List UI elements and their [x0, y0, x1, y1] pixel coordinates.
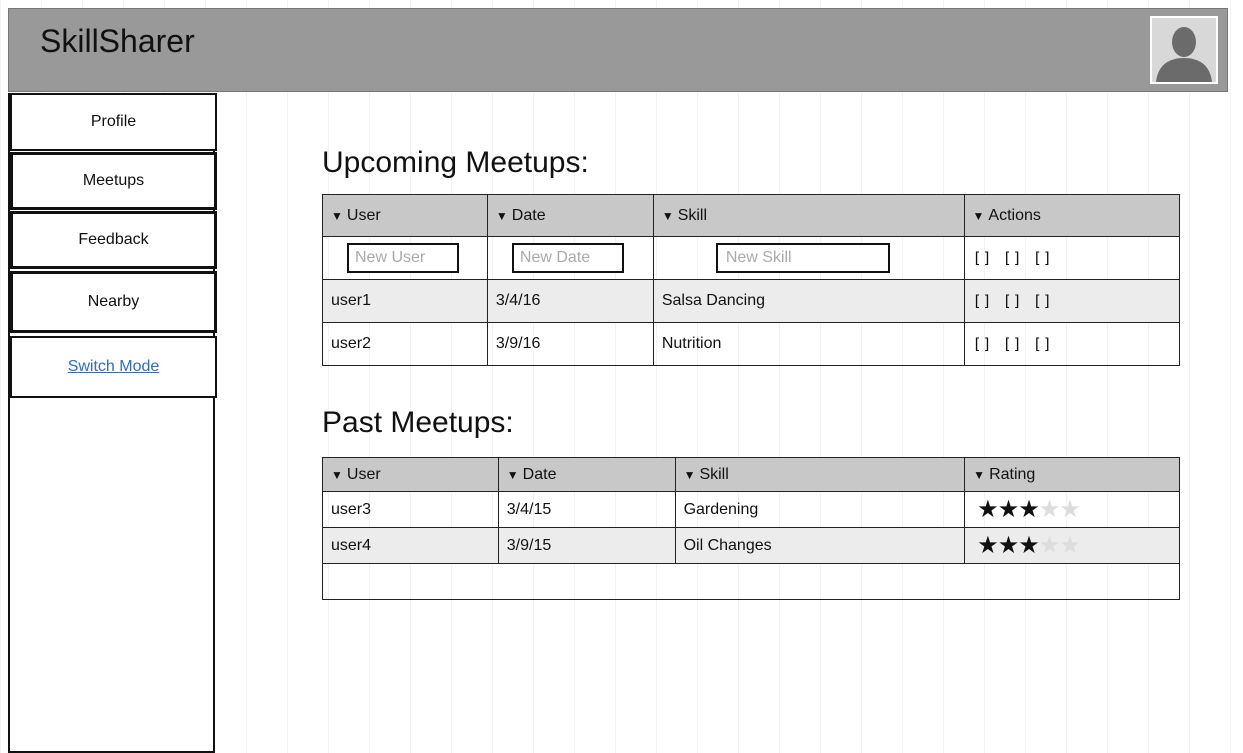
table-row: user4 3/9/15 Oil Changes ★★★★★	[322, 527, 1180, 564]
star-icon[interactable]: ★	[977, 532, 998, 559]
caret-down-icon: ▼	[495, 208, 508, 223]
star-icon[interactable]: ★	[998, 532, 1019, 559]
column-label: Actions	[988, 206, 1041, 224]
table-row: user1 3/4/16 Salsa Dancing [] [] []	[322, 279, 1181, 323]
table-row-empty	[322, 563, 1180, 600]
star-icon[interactable]: ★	[977, 496, 998, 523]
column-label: Rating	[989, 465, 1036, 483]
table-header-row: ▼ User ▼ Date ▼ Skill ▼ Rating	[322, 457, 1180, 492]
column-header-date[interactable]: ▼ Date	[486, 194, 654, 237]
column-header-skill[interactable]: ▼ Skill	[652, 194, 965, 237]
column-header-actions[interactable]: ▼ Actions	[963, 194, 1181, 237]
caret-down-icon: ▼	[331, 467, 343, 482]
caret-down-icon: ▼	[973, 467, 986, 482]
cell-user: user2	[322, 322, 488, 366]
cell-skill: Oil Changes	[674, 527, 966, 564]
sidebar-item-label: Nearby	[87, 293, 140, 310]
cell-skill: Nutrition	[652, 322, 965, 366]
row-actions[interactable]: [] [] []	[963, 279, 1181, 323]
star-rating[interactable]: ★★★★★	[964, 527, 1180, 564]
cell-skill: Gardening	[674, 491, 966, 528]
caret-down-icon: ▼	[661, 208, 674, 223]
sidebar-item-profile[interactable]: Profile	[10, 93, 217, 151]
sidebar-item-switch-mode[interactable]: Switch Mode	[10, 336, 217, 398]
upcoming-meetups-table: ▼ User ▼ Date ▼ Skill ▼ Actions New User New…	[322, 194, 1181, 366]
sidebar-item-nearby[interactable]: Nearby	[10, 271, 217, 333]
sidebar-item-meetups[interactable]: Meetups	[10, 152, 217, 210]
table-row: user3 3/4/15 Gardening ★★★★★	[322, 491, 1180, 528]
column-header-user[interactable]: ▼ User	[322, 194, 488, 237]
past-meetups-table: ▼ User ▼ Date ▼ Skill ▼ Rating user3 3/4/15 …	[322, 457, 1180, 600]
sidebar-item-label: Feedback	[78, 231, 149, 248]
sidebar-item-label: Meetups	[82, 172, 145, 189]
avatar[interactable]	[1150, 16, 1218, 84]
switch-mode-link[interactable]: Switch Mode	[68, 358, 160, 376]
caret-down-icon: ▼	[683, 467, 696, 482]
star-rating[interactable]: ★★★★★	[964, 491, 1180, 528]
cell-user: user4	[322, 527, 499, 564]
column-label: Date	[522, 465, 557, 483]
star-icon[interactable]: ★	[1018, 496, 1039, 523]
cell-user: user3	[322, 491, 499, 528]
cell-date: 3/4/16	[486, 279, 654, 323]
star-icon[interactable]: ★	[1059, 532, 1080, 559]
past-meetups-title: Past Meetups:	[322, 406, 514, 439]
new-skill-input[interactable]: New Skill	[715, 243, 890, 273]
star-icon[interactable]: ★	[1059, 496, 1080, 523]
cell-user: user1	[322, 279, 488, 323]
table-header-row: ▼ User ▼ Date ▼ Skill ▼ Actions	[322, 194, 1181, 237]
column-header-date[interactable]: ▼ Date	[497, 457, 676, 492]
caret-down-icon: ▼	[506, 467, 519, 482]
star-icon[interactable]: ★	[1039, 496, 1060, 523]
new-user-input[interactable]: New User	[347, 243, 459, 273]
column-label: User	[346, 206, 381, 224]
app-header: SkillSharer	[8, 8, 1228, 92]
column-header-rating[interactable]: ▼ Rating	[964, 457, 1180, 492]
cell-date: 3/4/15	[497, 491, 676, 528]
column-header-user[interactable]: ▼ User	[322, 457, 499, 492]
sidebar-item-label: Profile	[90, 113, 137, 130]
user-silhouette-icon	[1152, 18, 1216, 82]
sidebar: Profile Meetups Feedback Nearby Switch M…	[8, 93, 217, 753]
column-label: User	[346, 465, 381, 483]
row-actions[interactable]: [] [] []	[963, 322, 1181, 366]
caret-down-icon: ▼	[972, 208, 985, 223]
column-label: Skill	[699, 465, 729, 483]
app-title: SkillSharer	[40, 23, 195, 59]
star-icon[interactable]: ★	[1018, 532, 1039, 559]
sidebar-item-feedback[interactable]: Feedback	[10, 211, 217, 269]
new-meetup-row: New User New Date New Skill [] [] []	[322, 236, 1181, 280]
star-icon[interactable]: ★	[998, 496, 1019, 523]
upcoming-meetups-title: Upcoming Meetups:	[322, 146, 589, 179]
caret-down-icon: ▼	[331, 208, 343, 223]
empty-cell	[322, 563, 1180, 600]
cell-date: 3/9/16	[486, 322, 654, 366]
column-label: Skill	[677, 206, 708, 224]
star-icon[interactable]: ★	[1039, 532, 1060, 559]
new-date-input[interactable]: New Date	[511, 243, 624, 273]
column-header-skill[interactable]: ▼ Skill	[674, 457, 966, 492]
cell-date: 3/9/15	[497, 527, 676, 564]
table-row: user2 3/9/16 Nutrition [] [] []	[322, 322, 1181, 366]
column-label: Date	[511, 206, 546, 224]
cell-skill: Salsa Dancing	[652, 279, 965, 323]
row-actions[interactable]: [] [] []	[963, 236, 1181, 280]
